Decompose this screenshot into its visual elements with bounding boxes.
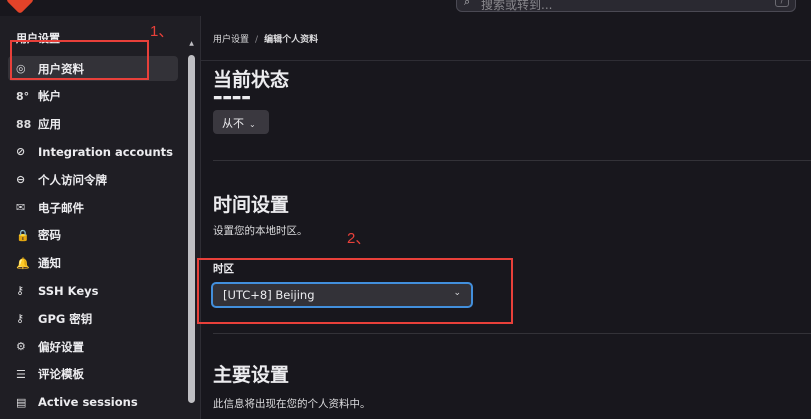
sidebar-item-10[interactable]: ⚷ GPG 密钥: [8, 306, 178, 331]
sidebar-item-label: 电子邮件: [38, 200, 84, 215]
sidebar-item-label: SSH Keys: [38, 283, 99, 298]
top-bar: ⌕ 搜索或转到... /: [0, 0, 811, 16]
section-divider: [213, 333, 811, 334]
clear-status-dropdown[interactable]: 从不 ⌄: [213, 110, 269, 134]
sidebar-item-label: 通知: [38, 256, 61, 271]
sidebar-item-12[interactable]: ☰ 评论模板: [8, 362, 178, 387]
sidebar-scrollbar[interactable]: [188, 55, 195, 403]
sidebar-item-6[interactable]: ✉ 电子邮件: [8, 195, 178, 220]
mail-icon: ✉: [16, 201, 26, 214]
sidebar-item-9[interactable]: ⚷ SSH Keys: [8, 278, 178, 303]
key-icon: ⚷: [16, 284, 25, 298]
time-section-title: 时间设置: [213, 194, 290, 216]
breadcrumb-current[interactable]: 编辑个人资料: [264, 35, 318, 45]
chevron-down-icon: ⌄: [249, 120, 256, 129]
lock-icon: 🔒: [16, 228, 30, 242]
sidebar-item-3[interactable]: 88 应用: [8, 112, 178, 137]
sidebar-item-7[interactable]: 🔒 密码: [8, 223, 178, 248]
main-section-title: 主要设置: [213, 364, 290, 386]
search-icon: ⌕: [464, 0, 471, 8]
sidebar-item-label: GPG 密钥: [38, 311, 93, 326]
sidebar-item-label: 应用: [38, 117, 61, 132]
sidebar-item-13[interactable]: ▤ Active sessions: [8, 390, 178, 415]
breadcrumb-separator: /: [255, 35, 259, 45]
gitlab-logo-icon[interactable]: [5, 0, 35, 15]
main-content: 用户设置 / 编辑个人资料 当前状态 ▬▬▬▬ 从不 ⌄ 时间设置 设置您的本地时区。…: [200, 16, 811, 419]
applications-icon: 88: [16, 117, 32, 131]
clear-status-value: 从不: [222, 117, 244, 130]
annotation-number-2: 2、: [347, 230, 371, 247]
sidebar-item-label: 评论模板: [38, 367, 84, 382]
annotation-box-1: [10, 40, 149, 80]
sidebar-item-label: 密码: [38, 228, 61, 243]
sidebar-item-label: Integration accounts: [38, 144, 173, 159]
status-section-title: 当前状态: [213, 69, 290, 91]
search-placeholder: 搜索或转到...: [481, 0, 553, 12]
sidebar-item-11[interactable]: ⚙ 偏好设置: [8, 334, 178, 359]
time-section-description: 设置您的本地时区。: [213, 225, 308, 237]
account-icon: 8°: [16, 89, 30, 103]
gpg-key-icon: ⚷: [16, 312, 25, 326]
sidebar-item-label: Active sessions: [38, 395, 138, 410]
breadcrumb: 用户设置 / 编辑个人资料: [213, 32, 318, 45]
search-input[interactable]: ⌕ 搜索或转到... /: [456, 0, 796, 12]
clear-status-label-clipped: ▬▬▬▬: [213, 96, 251, 102]
comment-template-icon: ☰: [16, 367, 26, 381]
breadcrumb-divider: [201, 60, 811, 61]
token-icon: ⊖: [16, 173, 26, 187]
sidebar-item-label: 偏好设置: [38, 339, 84, 354]
sidebar-item-4[interactable]: ⊘ Integration accounts: [8, 139, 178, 164]
sessions-icon: ▤: [16, 395, 27, 409]
section-divider: [213, 160, 811, 161]
sidebar-item-label: 个人访问令牌: [38, 172, 107, 187]
annotation-number-1: 1、: [150, 23, 174, 40]
annotation-box-2: [197, 258, 513, 324]
scroll-up-arrow-icon[interactable]: ▲: [188, 40, 195, 50]
sidebar-item-2[interactable]: 8° 帐户: [8, 84, 178, 109]
sidebar-item-label: 帐户: [38, 89, 61, 104]
main-section-description: 此信息将出现在您的个人资料中。: [213, 398, 371, 410]
sidebar-item-5[interactable]: ⊖ 个人访问令牌: [8, 167, 178, 192]
breadcrumb-parent[interactable]: 用户设置: [213, 35, 249, 45]
preferences-icon: ⚙: [16, 340, 26, 353]
bell-icon: 🔔: [16, 256, 30, 270]
link-icon: ⊘: [16, 145, 26, 159]
sidebar-item-8[interactable]: 🔔 通知: [8, 251, 178, 276]
keyboard-shortcut-hint: /: [775, 0, 789, 7]
